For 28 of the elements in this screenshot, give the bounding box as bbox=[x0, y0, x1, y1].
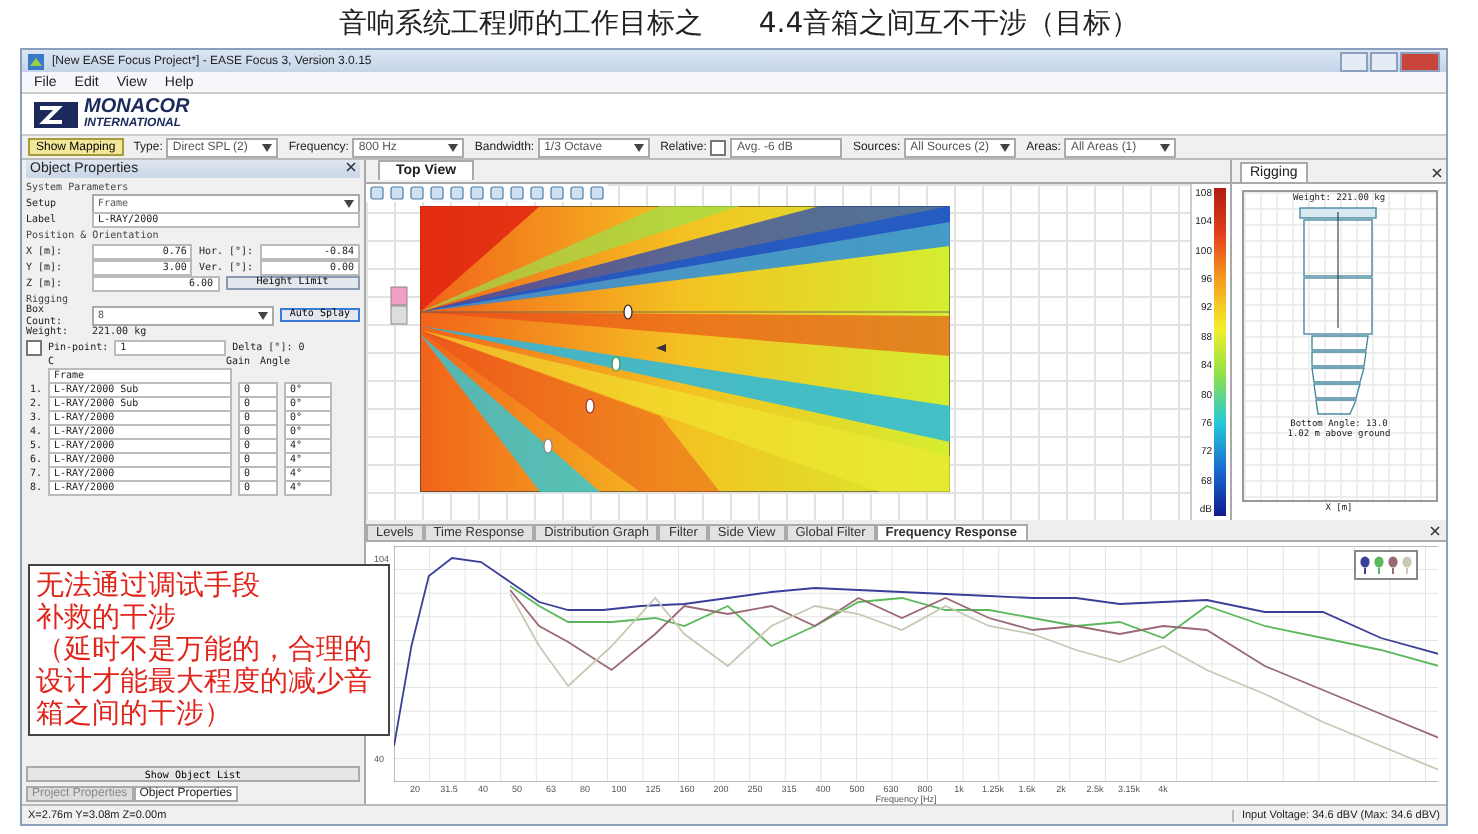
maximize-button[interactable] bbox=[1370, 51, 1398, 71]
caret-icon bbox=[634, 143, 645, 151]
slide-title: 4.4音箱之间互不干涉（目标） bbox=[758, 6, 1140, 42]
logo-text: MONACOR bbox=[84, 98, 190, 118]
checkbox[interactable] bbox=[710, 139, 727, 155]
close-icon[interactable] bbox=[1432, 168, 1442, 178]
logo-icon bbox=[34, 101, 78, 127]
checkbox[interactable] bbox=[26, 339, 42, 355]
slide-title: 音响系统工程师的工作目标之 bbox=[338, 6, 703, 42]
caret-icon bbox=[1000, 143, 1011, 151]
annotation-text: 无法通过调试手段 bbox=[36, 570, 262, 602]
caret-icon bbox=[1160, 143, 1171, 151]
caret-icon bbox=[262, 143, 273, 151]
listener-marker[interactable] bbox=[585, 398, 595, 414]
caret-icon bbox=[448, 143, 459, 151]
annotation-text: 补救的干涉 bbox=[36, 602, 178, 634]
direction-marker bbox=[656, 344, 666, 352]
annotation-text: （延时不是万能的，合理的设计才能最大程度的减少音箱之间的干涉） bbox=[36, 634, 374, 730]
close-button[interactable] bbox=[1400, 51, 1440, 71]
listener-marker[interactable] bbox=[611, 356, 621, 372]
caret-icon bbox=[344, 199, 354, 207]
minimize-button[interactable] bbox=[1340, 51, 1368, 71]
caret-icon bbox=[257, 311, 268, 319]
listener-marker[interactable] bbox=[623, 304, 633, 320]
listener-marker[interactable] bbox=[543, 438, 553, 454]
app-icon bbox=[28, 53, 44, 69]
close-icon[interactable] bbox=[1430, 526, 1440, 536]
close-icon[interactable] bbox=[346, 162, 356, 172]
